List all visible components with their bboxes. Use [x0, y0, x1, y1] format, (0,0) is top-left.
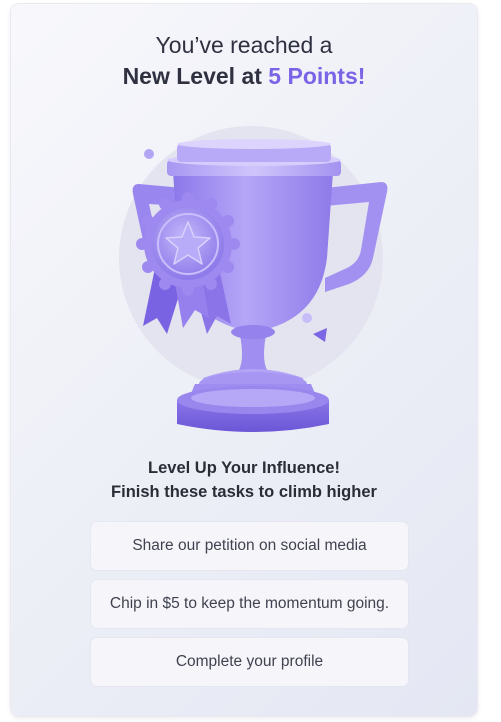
heading-line-2-text: New Level at — [122, 63, 269, 89]
tasks-heading-line-1: Level Up Your Influence! — [148, 459, 340, 477]
task-donate[interactable]: Chip in $5 to keep the momentum going. — [91, 580, 408, 628]
trophy-illustration — [111, 108, 401, 438]
trophy-icon — [119, 126, 388, 432]
level-heading: You’ve reached a New Level at 5 Points! — [11, 30, 477, 92]
task-list: Share our petition on social media Chip … — [91, 522, 408, 696]
points-highlight: 5 Points! — [268, 63, 366, 89]
tasks-heading-line-2: Finish these tasks to climb higher — [111, 483, 377, 501]
heading-line-2: New Level at 5 Points! — [11, 61, 477, 92]
heading-line-1: You’ve reached a — [155, 32, 333, 58]
decor-dot-right — [302, 313, 312, 323]
tasks-heading: Level Up Your Influence! Finish these ta… — [11, 456, 477, 504]
task-complete-profile[interactable]: Complete your profile — [91, 638, 408, 686]
decor-dot-top — [144, 149, 154, 159]
task-share-petition[interactable]: Share our petition on social media — [91, 522, 408, 570]
achievement-card: You’ve reached a New Level at 5 Points! — [11, 4, 477, 716]
